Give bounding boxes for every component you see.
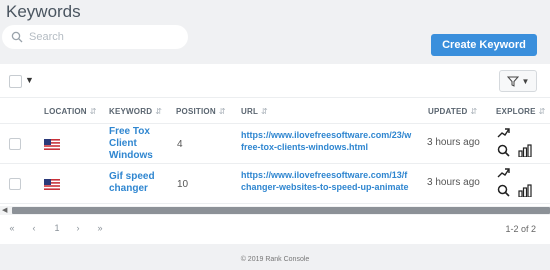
bar-chart-icon[interactable] <box>518 184 532 197</box>
sort-icon: ⇵ <box>89 107 97 116</box>
url-line: free-tox-clients-windows.html <box>241 142 369 152</box>
search-box[interactable] <box>2 25 188 49</box>
row-checkbox[interactable] <box>9 138 21 150</box>
us-flag-icon <box>44 179 60 190</box>
keyword-line: Gif speed <box>109 171 155 182</box>
column-keyword-label: KEYWORD <box>109 107 153 116</box>
column-keyword[interactable]: KEYWORD ⇵ <box>109 107 162 116</box>
sort-icon: ⇵ <box>155 107 163 116</box>
sort-icon: ⇵ <box>218 107 226 116</box>
column-url[interactable]: URL ⇵ <box>241 107 268 116</box>
first-page-button[interactable]: « <box>2 220 22 236</box>
column-updated[interactable]: UPDATED ⇵ <box>428 107 477 116</box>
position-value: 10 <box>177 179 189 190</box>
select-all-checkbox[interactable] <box>9 75 22 88</box>
table-row: Free Tox Client Windows 4 https://www.il… <box>0 124 550 164</box>
keyword-line: Free Tox <box>109 126 150 137</box>
url-line: https://www.ilovefreesoftware.com/23/w <box>241 130 412 140</box>
horizontal-scrollbar[interactable]: ◀ <box>0 206 550 215</box>
scrollbar-thumb[interactable] <box>12 207 550 214</box>
pagination-info: 1-2 of 2 <box>505 224 536 234</box>
prev-page-button[interactable]: ‹ <box>24 220 44 236</box>
search-input[interactable] <box>29 31 179 43</box>
keyword-link[interactable]: Free Tox Client Windows <box>109 126 153 162</box>
position-value: 4 <box>177 139 183 150</box>
search-icon[interactable] <box>497 184 510 197</box>
chevron-down-icon[interactable]: ▼ <box>25 75 34 85</box>
url-link[interactable]: https://www.ilovefreesoftware.com/13/f c… <box>241 169 427 193</box>
sort-icon: ⇵ <box>538 107 546 116</box>
keyword-line: changer <box>109 183 148 194</box>
updated-value: 3 hours ago <box>427 137 480 148</box>
page-title: Keywords <box>6 2 81 21</box>
row-checkbox[interactable] <box>9 178 21 190</box>
next-page-button[interactable]: › <box>68 220 88 236</box>
sort-icon: ⇵ <box>261 107 268 116</box>
trend-up-icon[interactable] <box>497 126 511 139</box>
keyword-link[interactable]: Gif speed changer <box>109 171 155 195</box>
column-explore-label: EXPLORE <box>496 107 536 116</box>
column-location[interactable]: LOCATION ⇵ <box>44 107 97 116</box>
url-line: https://www.ilovefreesoftware.com/13/f <box>241 170 408 180</box>
keywords-table-panel: ▼ ▼ LOCATION ⇵ KEYWORD ⇵ POSITION ⇵ URL ⇵ UP… <box>0 64 550 244</box>
column-position-label: POSITION <box>176 107 216 116</box>
filter-button[interactable]: ▼ <box>499 70 537 92</box>
us-flag-icon <box>44 139 60 150</box>
sort-icon: ⇵ <box>470 107 478 116</box>
footer-copyright: © 2019 Rank Console <box>240 256 310 263</box>
column-updated-label: UPDATED <box>428 107 468 116</box>
url-line: changer-websites-to-speed-up-animate <box>241 182 409 192</box>
table-row: Gif speed changer 10 https://www.ilovefr… <box>0 164 550 204</box>
page-number-button[interactable]: 1 <box>47 220 67 236</box>
table-header: LOCATION ⇵ KEYWORD ⇵ POSITION ⇵ URL ⇵ UPDATE… <box>0 98 550 124</box>
chevron-down-icon: ▼ <box>521 76 530 86</box>
pagination: « ‹ 1 › » 1-2 of 2 <box>0 216 550 240</box>
url-link[interactable]: https://www.ilovefreesoftware.com/23/w f… <box>241 129 427 153</box>
updated-value: 3 hours ago <box>427 177 480 188</box>
column-position[interactable]: POSITION ⇵ <box>176 107 226 116</box>
table-toolbar: ▼ ▼ <box>0 64 550 98</box>
keyword-line: Windows <box>109 150 153 161</box>
scroll-left-icon[interactable]: ◀ <box>2 206 7 214</box>
create-keyword-button[interactable]: Create Keyword <box>431 34 537 56</box>
column-location-label: LOCATION <box>44 107 87 116</box>
search-icon <box>11 31 23 43</box>
last-page-button[interactable]: » <box>90 220 110 236</box>
trend-up-icon[interactable] <box>497 166 511 179</box>
search-icon[interactable] <box>497 144 510 157</box>
column-explore: EXPLORE ⇵ <box>496 107 546 116</box>
filter-icon <box>506 76 519 87</box>
keyword-line: Client <box>109 138 137 149</box>
bar-chart-icon[interactable] <box>518 144 532 157</box>
column-url-label: URL <box>241 107 259 116</box>
